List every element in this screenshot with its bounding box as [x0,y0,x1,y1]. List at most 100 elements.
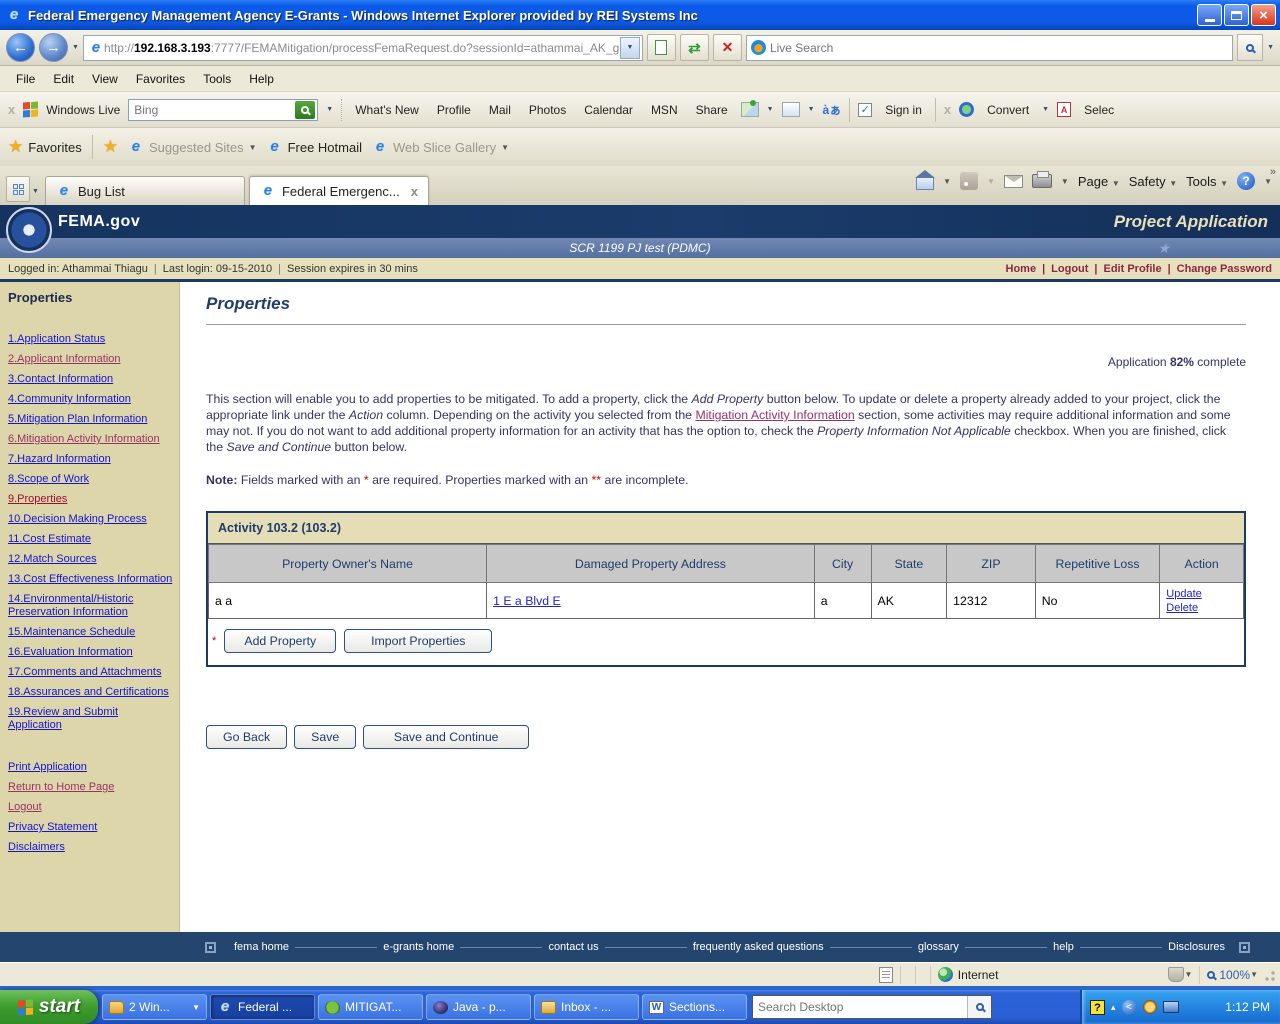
sidebar-item-applicant-information[interactable]: 2.Applicant Information [8,353,173,366]
stop-button[interactable]: ✕ [713,34,742,61]
menu-file[interactable]: File [8,69,43,89]
sidebar-item-cost-estimate[interactable]: 11.Cost Estimate [8,533,173,546]
search-desktop-box[interactable] [752,995,992,1019]
home-icon[interactable] [916,177,934,190]
sidebar-item-match-sources[interactable]: 12.Match Sources [8,553,173,566]
protected-mode-dropdown-icon[interactable]: ▼ [1184,970,1192,979]
home-dropdown-icon[interactable]: ▼ [943,177,951,186]
safety-menu[interactable]: Safety ▼ [1129,174,1177,189]
footer-contact-us-link[interactable]: contact us [548,941,598,953]
footer-help-link[interactable]: help [1053,941,1074,953]
free-hotmail-link[interactable]: e Free Hotmail [267,139,362,155]
add-favorite-icon[interactable]: ★ [103,137,118,157]
tray-network-icon[interactable] [1163,1001,1179,1013]
live-msn-link[interactable]: MSN [646,103,683,117]
sign-in-link[interactable]: Sign in [880,103,927,117]
menu-help[interactable]: Help [241,69,282,89]
help-icon[interactable]: ? [1237,172,1255,190]
page-menu[interactable]: Page ▼ [1078,174,1120,189]
convert-link[interactable]: Convert [982,103,1034,117]
live-profile-link[interactable]: Profile [432,103,476,117]
search-desktop-input[interactable] [753,1000,967,1014]
email-window-icon[interactable] [782,102,800,117]
sidebar-item-application-status[interactable]: 1.Application Status [8,333,173,346]
start-button[interactable]: start [0,990,98,1024]
compatibility-view-button[interactable] [647,34,676,61]
sidebar-item-properties[interactable]: 9.Properties [8,493,173,506]
sidebar-item-cost-effectiveness-information[interactable]: 13.Cost Effectiveness Information [8,573,173,586]
convert-dropdown-icon[interactable]: ▼ [1042,106,1049,113]
sidebar-item-hazard-information[interactable]: 7.Hazard Information [8,453,173,466]
favorites-button[interactable]: ★ Favorites [8,137,82,157]
update-link[interactable]: Update [1166,588,1201,600]
footer-glossary-link[interactable]: glossary [918,941,959,953]
sidebar-item-scope-of-work[interactable]: 8.Scope of Work [8,473,173,486]
live-share-link[interactable]: Share [691,103,733,117]
convert-toolbar-close-icon[interactable]: x [944,102,951,117]
select-link[interactable]: Selec [1079,103,1119,117]
restore-button[interactable] [1224,4,1249,26]
quick-tabs-button[interactable] [6,176,30,202]
sidebar-item-decision-making-process[interactable]: 10.Decision Making Process [8,513,173,526]
change-password-link[interactable]: Change Password [1177,263,1272,275]
toolbar-overflow-icon[interactable]: » [1270,166,1276,178]
back-button[interactable]: ← [6,33,35,62]
go-back-button[interactable]: Go Back [206,725,287,749]
zoom-dropdown-icon[interactable]: ▼ [1250,970,1258,979]
tray-help-icon[interactable]: ? [1090,1000,1105,1015]
live-calendar-link[interactable]: Calendar [579,103,638,117]
suggested-sites-link[interactable]: e Suggested Sites ▼ [128,139,257,155]
email-dropdown-icon[interactable]: ▼ [808,106,815,113]
map-icon[interactable] [741,102,759,117]
sidebar-item-mitigation-plan-information[interactable]: 5.Mitigation Plan Information [8,413,173,426]
taskbar-item-mitigat[interactable]: MITIGAT... [318,994,423,1020]
map-dropdown-icon[interactable]: ▼ [767,106,774,113]
tray-expand-icon[interactable]: ▴ [1111,1002,1116,1013]
protected-mode-icon[interactable] [1168,967,1184,982]
sidebar-item-maintenance-schedule[interactable]: 15.Maintenance Schedule [8,626,173,639]
sidebar-item-review-and-submit[interactable]: 19.Review and Submit Application [8,706,173,732]
minimize-button[interactable] [1197,4,1222,26]
sidebar-item-assurances-and-certifications[interactable]: 18.Assurances and Certifications [8,686,173,699]
tab-list-dropdown-icon[interactable]: ▼ [32,188,39,195]
bing-search-input[interactable] [134,103,295,117]
mitigation-activity-information-link[interactable]: Mitigation Activity Information [695,408,854,422]
sidebar-item-mitigation-activity-information[interactable]: 6.Mitigation Activity Information [8,433,173,446]
taskbar-item-federal[interactable]: e Federal ... [210,994,315,1020]
live-search-box[interactable] [746,35,1233,61]
live-mail-link[interactable]: Mail [484,103,516,117]
search-go-button[interactable] [1237,34,1263,61]
footer-egrants-home-link[interactable]: e-grants home [383,941,454,953]
sidebar-item-comments-and-attachments[interactable]: 17.Comments and Attachments [8,666,173,679]
tab-bug-list[interactable]: e Bug List [45,176,245,205]
sidebar-logout-link[interactable]: Logout [8,801,173,814]
address-dropdown-button[interactable]: ▼ [620,37,640,59]
toolbar-close-icon[interactable]: x [8,102,15,117]
save-and-continue-button[interactable]: Save and Continue [363,725,529,749]
disclaimers-link[interactable]: Disclaimers [8,841,173,854]
search-desktop-button[interactable] [967,996,991,1018]
close-button[interactable]: × [1251,4,1276,26]
menu-tools[interactable]: Tools [195,69,239,89]
import-properties-button[interactable]: Import Properties [344,629,492,653]
forward-button[interactable]: → [39,33,68,62]
tray-chevron-icon[interactable]: < [1122,1000,1137,1015]
menu-view[interactable]: View [84,69,126,89]
taskbar-item-sections[interactable]: W Sections... [642,994,747,1020]
print-dropdown-icon[interactable]: ▼ [1061,177,1069,186]
property-address-link[interactable]: 1 E a Blvd E [493,594,561,608]
delete-link[interactable]: Delete [1166,602,1198,614]
privacy-statement-link[interactable]: Privacy Statement [8,821,173,834]
edit-profile-link[interactable]: Edit Profile [1104,263,1162,275]
history-dropdown-icon[interactable]: ▼ [72,44,79,51]
live-photos-link[interactable]: Photos [524,103,571,117]
web-slice-gallery-link[interactable]: e Web Slice Gallery ▼ [372,139,509,155]
live-search-input[interactable] [770,41,1228,55]
live-whats-new-link[interactable]: What's New [350,103,424,117]
tray-reminder-icon[interactable] [1143,1000,1157,1014]
footer-fema-home-link[interactable]: fema home [234,941,289,953]
sidebar-item-evaluation-information[interactable]: 16.Evaluation Information [8,646,173,659]
rss-icon[interactable] [960,172,978,190]
sidebar-item-contact-information[interactable]: 3.Contact Information [8,373,173,386]
tab-federal-emergency[interactable]: e Federal Emergenc... x [249,176,429,205]
